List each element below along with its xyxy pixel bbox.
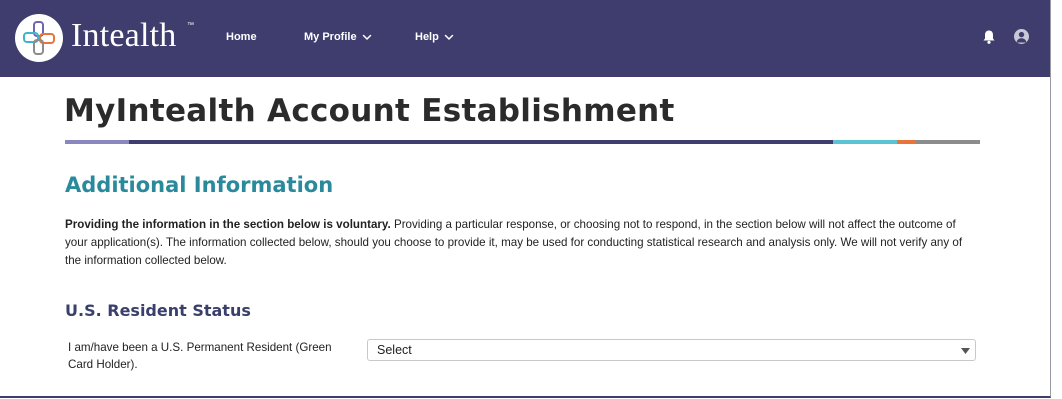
- caret-down-icon: [961, 348, 970, 354]
- chevron-down-icon: [362, 34, 371, 40]
- nav-help-label: Help: [415, 31, 439, 43]
- page-title: MyIntealth Account Establishment: [64, 93, 675, 129]
- brand-name[interactable]: Intealth: [71, 16, 176, 56]
- divider-segment: [897, 140, 916, 144]
- top-navigation-bar: Intealth ™ Home My Profile Help: [0, 0, 1050, 77]
- divider-segment: [916, 140, 980, 144]
- title-divider: [65, 140, 980, 144]
- resident-status-title: U.S. Resident Status: [65, 301, 251, 320]
- nav-help[interactable]: Help: [415, 29, 454, 45]
- intealth-logo-icon[interactable]: [15, 14, 63, 62]
- chevron-down-icon: [444, 34, 454, 40]
- section-title: Additional Information: [65, 173, 334, 197]
- trademark-symbol: ™: [187, 22, 194, 29]
- permanent-resident-label: I am/have been a U.S. Permanent Resident…: [68, 341, 332, 371]
- permanent-resident-select-value: Select: [377, 343, 412, 357]
- nav-home[interactable]: Home: [226, 29, 257, 45]
- divider-segment: [65, 140, 129, 144]
- bell-icon[interactable]: [982, 29, 996, 45]
- divider-segment: [129, 140, 833, 144]
- user-avatar-icon[interactable]: [1014, 29, 1029, 44]
- nav-home-label: Home: [226, 31, 257, 43]
- nav-my-profile[interactable]: My Profile: [304, 29, 372, 45]
- page-frame: Intealth ™ Home My Profile Help MyInteal…: [0, 0, 1051, 398]
- voluntary-notice-bold: Providing the information in the section…: [65, 218, 391, 231]
- divider-segment: [833, 140, 897, 144]
- permanent-resident-select[interactable]: Select: [367, 339, 976, 361]
- voluntary-notice: Providing the information in the section…: [65, 216, 980, 270]
- nav-my-profile-label: My Profile: [304, 31, 357, 43]
